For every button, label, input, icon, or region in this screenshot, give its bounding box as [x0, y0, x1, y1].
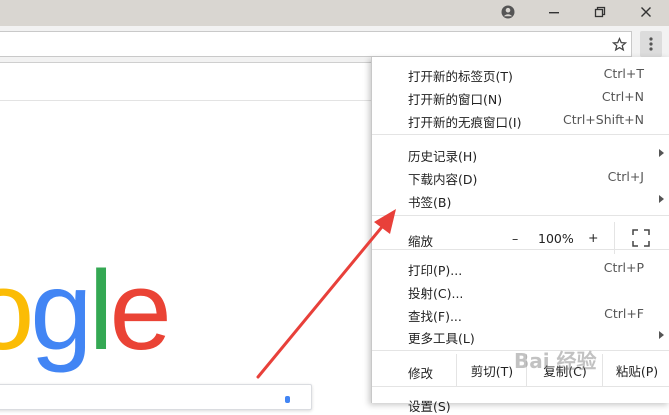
menu-item-downloads[interactable]: 下载内容(D) Ctrl+J	[372, 165, 669, 187]
google-logo: ogle	[0, 248, 172, 373]
profile-icon	[501, 5, 515, 19]
logo-letter: g	[30, 248, 92, 373]
menu-item-bookmarks[interactable]: 书签(B)	[372, 188, 669, 210]
star-icon	[611, 36, 627, 51]
menu-separator	[372, 134, 669, 135]
menu-item-label: 打开新的窗口(N)	[408, 92, 503, 107]
submenu-arrow-icon	[659, 195, 664, 203]
paste-button[interactable]: 粘贴(P)	[602, 354, 669, 386]
menu-item-label: 打印(P)...	[408, 263, 463, 278]
page-divider	[0, 100, 372, 101]
menu-item-more-tools[interactable]: 更多工具(L)	[372, 324, 669, 346]
watermark: Bai 经验	[514, 349, 597, 373]
submenu-arrow-icon	[659, 331, 664, 339]
menu-item-label: 书签(B)	[408, 195, 452, 210]
logo-letter: o	[0, 255, 34, 367]
submenu-arrow-icon	[659, 149, 664, 157]
logo-letter: l	[88, 248, 114, 373]
omnibox[interactable]	[0, 31, 632, 57]
fullscreen-icon[interactable]	[632, 229, 650, 247]
logo-letter: e	[109, 248, 171, 373]
menu-item-label: 打开新的标签页(T)	[408, 69, 513, 84]
minimize-button[interactable]	[534, 0, 574, 24]
menu-item-shortcut: Ctrl+N	[601, 89, 644, 104]
restore-icon	[594, 6, 606, 18]
menu-item-print[interactable]: 打印(P)... Ctrl+P	[372, 256, 669, 278]
menu-item-label: 更多工具(L)	[408, 331, 475, 346]
zoom-label: 缩放	[408, 234, 434, 249]
menu-item-label: 投射(C)...	[408, 286, 464, 301]
menu-item-label: 打开新的无痕窗口(I)	[408, 115, 522, 130]
menu-item-shortcut: Ctrl+P	[603, 260, 644, 275]
zoom-level: 100%	[538, 231, 574, 246]
menu-item-new-window[interactable]: 打开新的窗口(N) Ctrl+N	[372, 85, 669, 107]
menu-item-find[interactable]: 查找(F)... Ctrl+F	[372, 302, 669, 324]
zoom-in-button[interactable]: +	[588, 230, 598, 245]
minimize-icon	[549, 12, 559, 14]
menu-separator	[372, 386, 669, 387]
menu-item-cast[interactable]: 投射(C)...	[372, 279, 669, 301]
zoom-out-button[interactable]: –	[512, 231, 518, 246]
menu-item-new-tab[interactable]: 打开新的标签页(T) Ctrl+T	[372, 62, 669, 84]
menu-item-history[interactable]: 历史记录(H)	[372, 142, 669, 164]
menu-item-shortcut: Ctrl+J	[607, 169, 644, 184]
menu-item-shortcut: Ctrl+F	[604, 306, 644, 321]
cut-button-label: 剪切(T)	[470, 363, 514, 379]
menu-item-new-incognito-window[interactable]: 打开新的无痕窗口(I) Ctrl+Shift+N	[372, 108, 669, 130]
menu-item-label: 查找(F)...	[408, 309, 462, 324]
profile-button[interactable]	[488, 0, 528, 24]
menu-item-settings[interactable]: 设置(S)	[372, 392, 669, 414]
menu-item-label: 历史记录(H)	[408, 149, 478, 164]
menu-item-label: 设置(S)	[408, 399, 451, 414]
menu-item-shortcut: Ctrl+T	[603, 66, 644, 81]
menu-button[interactable]	[640, 31, 662, 57]
close-icon	[641, 7, 651, 17]
paste-button-label: 粘贴(P)	[615, 363, 659, 379]
menu-separator	[372, 249, 669, 250]
search-input[interactable]	[0, 384, 312, 410]
window-titlebar	[0, 0, 669, 26]
microphone-icon[interactable]	[285, 396, 290, 403]
close-button[interactable]	[626, 0, 666, 24]
kebab-menu-icon	[649, 37, 653, 51]
bookmark-star-button[interactable]	[610, 33, 628, 55]
restore-button[interactable]	[580, 0, 620, 24]
menu-item-shortcut: Ctrl+Shift+N	[563, 112, 644, 127]
menu-separator	[372, 215, 669, 216]
edit-label: 修改	[408, 366, 434, 381]
menu-item-label: 下载内容(D)	[408, 172, 478, 187]
